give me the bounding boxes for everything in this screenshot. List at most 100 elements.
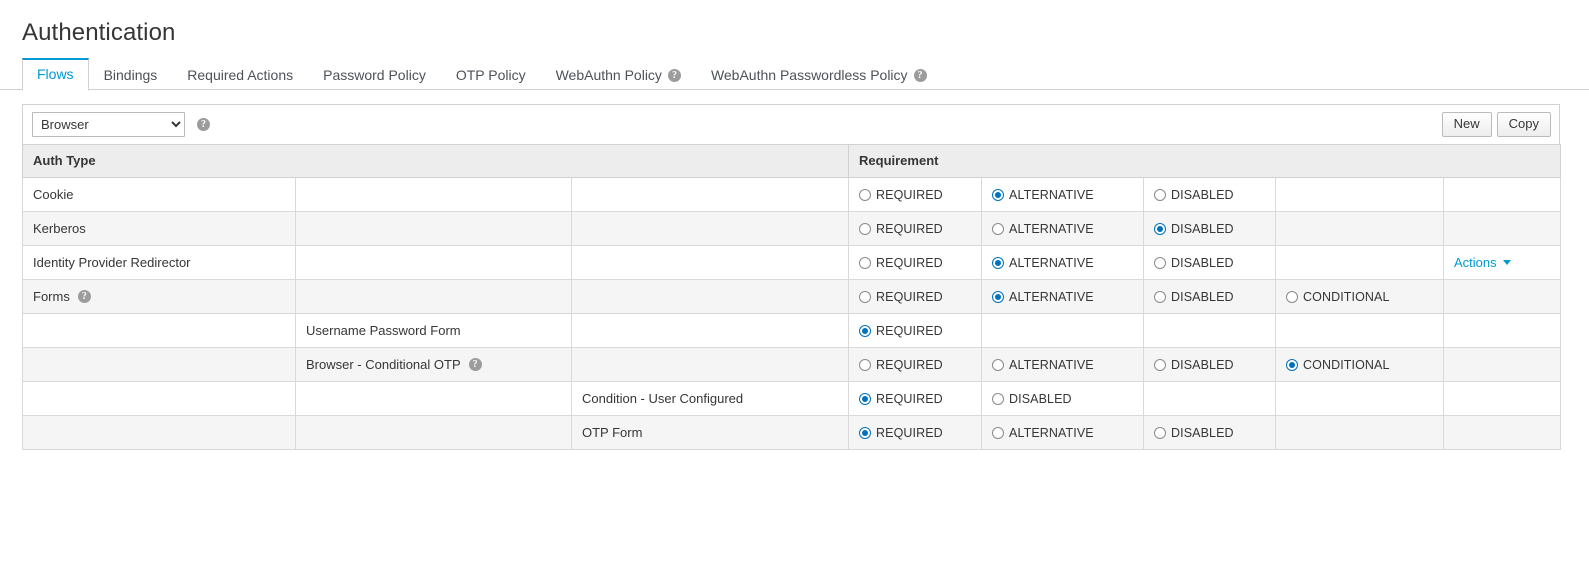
tab-bindings[interactable]: Bindings xyxy=(89,59,173,91)
radio-required[interactable]: REQUIRED xyxy=(859,324,971,338)
radio-dot-icon xyxy=(1154,256,1167,269)
radio-disabled[interactable]: DISABLED xyxy=(1154,188,1265,202)
actions-empty-cell xyxy=(1443,415,1562,450)
tab-password-policy[interactable]: Password Policy xyxy=(308,59,441,91)
radio-required[interactable]: REQUIRED xyxy=(859,426,971,440)
copy-button[interactable]: Copy xyxy=(1496,112,1551,137)
question-circle-icon[interactable]: ? xyxy=(913,68,927,82)
auth-type-name-wrap: OTP Form xyxy=(582,416,838,449)
auth-type-spacer-cell xyxy=(570,211,850,246)
tab-flows[interactable]: Flows xyxy=(22,58,89,91)
radio-required[interactable]: REQUIRED xyxy=(859,358,971,372)
radio-alternative[interactable]: ALTERNATIVE xyxy=(992,222,1133,236)
requirement-empty-cell xyxy=(1143,313,1277,348)
requirement-cell: REQUIRED xyxy=(848,415,983,450)
question-circle-icon[interactable]: ? xyxy=(77,290,91,303)
tab-label: WebAuthn Policy xyxy=(555,67,662,83)
radio-label: ALTERNATIVE xyxy=(1009,425,1094,440)
radio-conditional[interactable]: CONDITIONAL xyxy=(1286,358,1433,372)
radio-disabled[interactable]: DISABLED xyxy=(1154,426,1265,440)
requirement-cell: DISABLED xyxy=(1143,211,1277,246)
radio-dot-icon xyxy=(992,188,1005,201)
table-row: Cookie REQUIRED ALTERNATIVE DISABLED xyxy=(22,177,1562,212)
question-circle-icon[interactable]: ? xyxy=(667,68,681,82)
table-row: Identity Provider Redirector REQUIRED ALTE… xyxy=(22,245,1562,280)
flow-select[interactable]: BrowserDirect grantRegistrationReset cre… xyxy=(32,112,185,137)
radio-required[interactable]: REQUIRED xyxy=(859,290,971,304)
radio-dot-icon xyxy=(992,222,1005,235)
radio-dot-icon xyxy=(859,426,872,439)
requirement-cell: DISABLED xyxy=(1143,177,1277,212)
radio-disabled[interactable]: DISABLED xyxy=(1154,358,1265,372)
radio-label: DISABLED xyxy=(1171,425,1234,440)
radio-disabled[interactable]: DISABLED xyxy=(992,392,1133,406)
requirement-empty-cell xyxy=(1143,381,1277,416)
new-button[interactable]: New xyxy=(1441,112,1492,137)
radio-required[interactable]: REQUIRED xyxy=(859,392,971,406)
auth-type-cell: Forms? xyxy=(22,279,296,314)
radio-dot-icon xyxy=(1154,222,1167,235)
table-row: Forms? REQUIRED ALTERNATIVE DISABLED CONDITI… xyxy=(22,279,1562,314)
flow-toolbar: BrowserDirect grantRegistrationReset cre… xyxy=(22,104,1560,144)
requirement-cell: REQUIRED xyxy=(848,279,983,314)
radio-dot-icon xyxy=(859,188,872,201)
radio-dot-icon xyxy=(992,256,1005,269)
radio-alternative[interactable]: ALTERNATIVE xyxy=(992,188,1133,202)
radio-required[interactable]: REQUIRED xyxy=(859,222,971,236)
tab-webauthn-passwordless-policy[interactable]: WebAuthn Passwordless Policy? xyxy=(696,59,942,91)
radio-alternative[interactable]: ALTERNATIVE xyxy=(992,256,1133,270)
table-row: Browser - Conditional OTP? REQUIRED ALTERN… xyxy=(22,347,1562,382)
tab-label: OTP Policy xyxy=(455,67,526,83)
radio-label: CONDITIONAL xyxy=(1303,289,1390,304)
tab-webauthn-policy[interactable]: WebAuthn Policy? xyxy=(541,59,696,91)
auth-type-cell: Condition - User Configured xyxy=(570,381,850,416)
radio-dot-icon xyxy=(1154,426,1167,439)
radio-label: REQUIRED xyxy=(876,323,943,338)
radio-label: DISABLED xyxy=(1171,289,1234,304)
radio-conditional[interactable]: CONDITIONAL xyxy=(1286,290,1433,304)
requirement-cell: DISABLED xyxy=(981,381,1145,416)
radio-required[interactable]: REQUIRED xyxy=(859,188,971,202)
auth-type-spacer-cell xyxy=(570,347,850,382)
table-body: Cookie REQUIRED ALTERNATIVE DISABLED Kerbero… xyxy=(22,177,1562,450)
radio-label: REQUIRED xyxy=(876,221,943,236)
auth-type-spacer-cell xyxy=(570,279,850,314)
tab-otp-policy[interactable]: OTP Policy xyxy=(441,59,541,91)
requirement-cell: REQUIRED xyxy=(848,347,983,382)
tab-label: WebAuthn Passwordless Policy xyxy=(710,67,908,83)
radio-dot-icon xyxy=(859,222,872,235)
requirement-cell: ALTERNATIVE xyxy=(981,211,1145,246)
requirement-cell: CONDITIONAL xyxy=(1275,279,1445,314)
auth-type-label: Cookie xyxy=(33,187,74,202)
radio-alternative[interactable]: ALTERNATIVE xyxy=(992,290,1133,304)
radio-alternative[interactable]: ALTERNATIVE xyxy=(992,426,1133,440)
radio-required[interactable]: REQUIRED xyxy=(859,256,971,270)
auth-type-spacer-cell xyxy=(295,245,572,280)
requirement-empty-cell xyxy=(1275,313,1445,348)
radio-disabled[interactable]: DISABLED xyxy=(1154,222,1265,236)
requirement-empty-cell xyxy=(1275,177,1445,212)
radio-alternative[interactable]: ALTERNATIVE xyxy=(992,358,1133,372)
auth-type-name-wrap: Condition - User Configured xyxy=(582,382,838,415)
radio-label: DISABLED xyxy=(1171,255,1234,270)
radio-dot-icon xyxy=(992,358,1005,371)
auth-type-spacer-cell xyxy=(295,415,572,450)
radio-disabled[interactable]: DISABLED xyxy=(1154,256,1265,270)
radio-disabled[interactable]: DISABLED xyxy=(1154,290,1265,304)
radio-label: DISABLED xyxy=(1171,357,1234,372)
question-circle-icon[interactable]: ? xyxy=(197,118,210,131)
auth-type-cell: Browser - Conditional OTP? xyxy=(295,347,572,382)
radio-label: REQUIRED xyxy=(876,255,943,270)
radio-label: REQUIRED xyxy=(876,391,943,406)
tab-required-actions[interactable]: Required Actions xyxy=(172,59,308,91)
auth-type-spacer-cell xyxy=(295,211,572,246)
radio-label: ALTERNATIVE xyxy=(1009,289,1094,304)
auth-type-cell: Kerberos xyxy=(22,211,296,246)
requirement-cell: ALTERNATIVE xyxy=(981,415,1145,450)
auth-type-spacer-cell xyxy=(570,245,850,280)
auth-type-cell: Cookie xyxy=(22,177,296,212)
actions-empty-cell xyxy=(1443,279,1562,314)
actions-menu-button[interactable]: Actions xyxy=(1454,255,1511,270)
question-circle-icon[interactable]: ? xyxy=(468,358,482,371)
requirement-cell: REQUIRED xyxy=(848,177,983,212)
